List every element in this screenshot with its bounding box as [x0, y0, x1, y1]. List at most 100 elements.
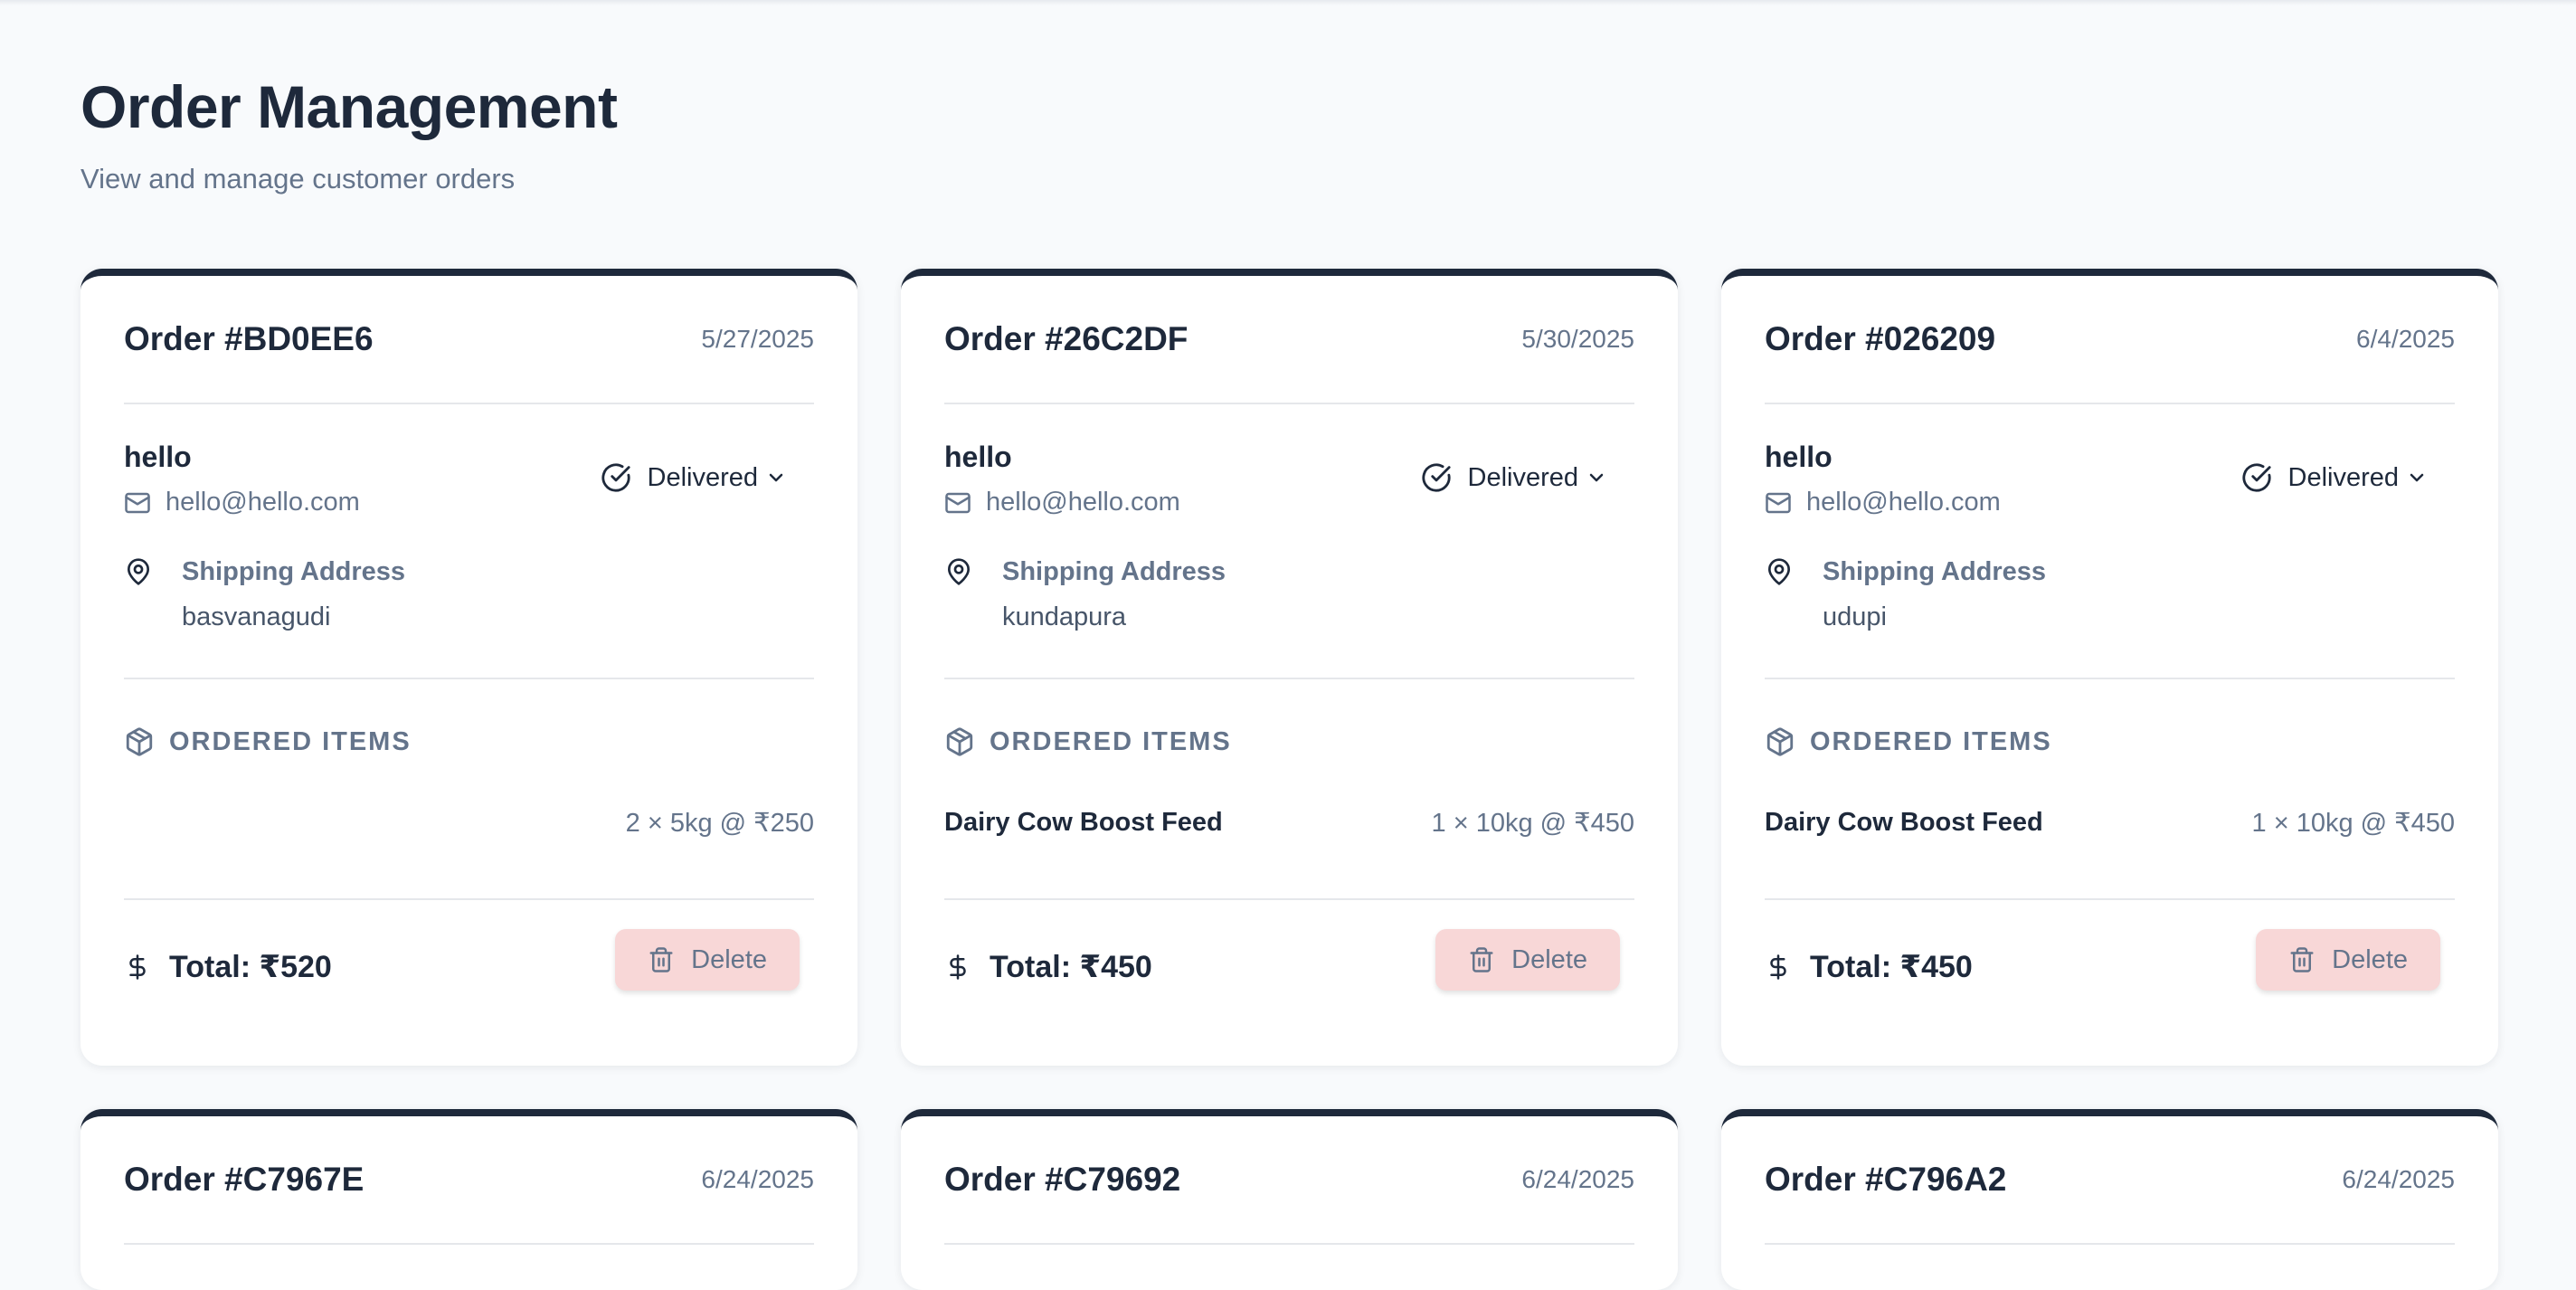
- ordered-items-label: ORDERED ITEMS: [1810, 726, 2052, 756]
- order-id: Order #026209: [1765, 320, 1996, 357]
- trash-icon: [2288, 946, 2316, 973]
- shipping-address: Shipping Address basvanagudi: [124, 517, 814, 679]
- ordered-items-label: ORDERED ITEMS: [169, 726, 412, 756]
- order-date: 5/27/2025: [701, 325, 814, 353]
- order-id: Order #26C2DF: [944, 320, 1189, 357]
- order-card: Order #C796A2 6/24/2025: [1721, 1109, 2498, 1290]
- chevron-down-icon: [2406, 467, 2428, 488]
- order-total: Total: ₹450: [1765, 949, 1973, 985]
- chevron-down-icon: [765, 467, 787, 488]
- shipping-address-value: kundapura: [1002, 602, 1127, 631]
- trash-icon: [1468, 946, 1495, 973]
- customer-email: hello@hello.com: [1765, 488, 2001, 517]
- map-pin-icon: [944, 557, 973, 632]
- ordered-item-row: Dairy Cow Boost Feed 1 × 10kg @ ₹450: [1765, 797, 2455, 848]
- delete-order-button[interactable]: Delete: [1435, 929, 1620, 991]
- status-label: Delivered: [1467, 462, 1579, 492]
- ordered-items-header: ORDERED ITEMS: [944, 679, 1634, 757]
- ordered-item-row: 2 × 5kg @ ₹250: [124, 797, 814, 848]
- customer-row: hello hello@hello.com Delivered: [124, 404, 814, 517]
- delete-order-button[interactable]: Delete: [615, 929, 800, 991]
- item-name: Dairy Cow Boost Feed: [1765, 807, 2043, 837]
- mail-icon: [944, 489, 971, 517]
- customer-email-text: hello@hello.com: [1806, 488, 2001, 517]
- ordered-items-header: ORDERED ITEMS: [124, 679, 814, 757]
- check-circle-icon: [1421, 462, 1452, 493]
- package-icon: [944, 726, 975, 757]
- order-total-text: Total: ₹520: [169, 950, 332, 984]
- shipping-address-value: udupi: [1823, 602, 1887, 631]
- order-card-footer: Total: ₹450 Delete: [944, 900, 1634, 991]
- delete-label: Delete: [691, 944, 767, 974]
- delete-label: Delete: [2332, 944, 2408, 974]
- order-card-header: Order #C7967E 6/24/2025: [124, 1116, 814, 1245]
- shipping-address-label: Shipping Address: [1002, 557, 1226, 586]
- trash-icon: [648, 946, 675, 973]
- item-name: Dairy Cow Boost Feed: [944, 807, 1223, 837]
- order-card: Order #C79692 6/24/2025: [901, 1109, 1678, 1290]
- order-card-header: Order #26C2DF 5/30/2025: [944, 276, 1634, 404]
- order-card: Order #026209 6/4/2025 hello hello@hello…: [1721, 269, 2498, 1066]
- shipping-address-label: Shipping Address: [182, 557, 406, 586]
- customer-row: hello hello@hello.com Delivered: [1765, 404, 2455, 517]
- item-quantity-price: 2 × 5kg @ ₹250: [625, 808, 814, 838]
- order-date: 6/4/2025: [2356, 325, 2455, 353]
- order-total-text: Total: ₹450: [990, 950, 1152, 984]
- status-dropdown[interactable]: Delivered: [601, 462, 788, 493]
- ordered-items-label: ORDERED ITEMS: [990, 726, 1232, 756]
- customer-info: hello hello@hello.com: [944, 439, 1180, 517]
- dollar-icon: [124, 952, 151, 982]
- customer-email-text: hello@hello.com: [986, 488, 1180, 517]
- status-dropdown[interactable]: Delivered: [1421, 462, 1608, 493]
- shipping-address: Shipping Address udupi: [1765, 517, 2455, 679]
- map-pin-icon: [1765, 557, 1794, 632]
- mail-icon: [124, 489, 151, 517]
- ordered-items-header: ORDERED ITEMS: [1765, 679, 2455, 757]
- order-date: 5/30/2025: [1521, 325, 1634, 353]
- status-label: Delivered: [2287, 462, 2400, 492]
- item-quantity-price: 1 × 10kg @ ₹450: [1431, 808, 1634, 838]
- page-title: Order Management: [80, 73, 618, 140]
- order-id: Order #C796A2: [1765, 1161, 2007, 1198]
- ordered-item-row: Dairy Cow Boost Feed 1 × 10kg @ ₹450: [944, 797, 1634, 848]
- status-dropdown[interactable]: Delivered: [2241, 462, 2429, 493]
- customer-info: hello hello@hello.com: [1765, 439, 2001, 517]
- order-card-header: Order #BD0EE6 5/27/2025: [124, 276, 814, 404]
- page-header: Order Management View and manage custome…: [80, 71, 618, 197]
- customer-name: hello: [1765, 441, 1833, 473]
- order-date: 6/24/2025: [2342, 1165, 2455, 1193]
- customer-email: hello@hello.com: [124, 488, 360, 517]
- customer-email-text: hello@hello.com: [166, 488, 360, 517]
- check-circle-icon: [601, 462, 631, 493]
- order-date: 6/24/2025: [1521, 1165, 1634, 1193]
- dollar-icon: [1765, 952, 1792, 982]
- package-icon: [124, 726, 155, 757]
- orders-grid: Order #BD0EE6 5/27/2025 hello hello@hell…: [80, 269, 2498, 1290]
- order-card: Order #26C2DF 5/30/2025 hello hello@hell…: [901, 269, 1678, 1066]
- shipping-address-value: basvanagudi: [182, 602, 331, 631]
- mail-icon: [1765, 489, 1792, 517]
- customer-row: hello hello@hello.com Delivered: [944, 404, 1634, 517]
- order-card-header: Order #C79692 6/24/2025: [944, 1116, 1634, 1245]
- customer-name: hello: [124, 441, 192, 473]
- delete-order-button[interactable]: Delete: [2256, 929, 2440, 991]
- map-pin-icon: [124, 557, 153, 632]
- order-date: 6/24/2025: [701, 1165, 814, 1193]
- order-total-text: Total: ₹450: [1810, 950, 1973, 984]
- order-card: Order #C7967E 6/24/2025: [80, 1109, 857, 1290]
- order-card-footer: Total: ₹520 Delete: [124, 900, 814, 991]
- order-card-header: Order #C796A2 6/24/2025: [1765, 1116, 2455, 1245]
- package-icon: [1765, 726, 1795, 757]
- dollar-icon: [944, 952, 971, 982]
- customer-email: hello@hello.com: [944, 488, 1180, 517]
- order-id: Order #BD0EE6: [124, 320, 374, 357]
- customer-name: hello: [944, 441, 1012, 473]
- check-circle-icon: [2241, 462, 2272, 493]
- order-card-header: Order #026209 6/4/2025: [1765, 276, 2455, 404]
- shipping-address-label: Shipping Address: [1823, 557, 2047, 586]
- order-total: Total: ₹520: [124, 949, 332, 985]
- top-bar-shadow: [0, 0, 2576, 5]
- status-label: Delivered: [647, 462, 759, 492]
- page-subtitle: View and manage customer orders: [80, 163, 516, 194]
- order-id: Order #C79692: [944, 1161, 1181, 1198]
